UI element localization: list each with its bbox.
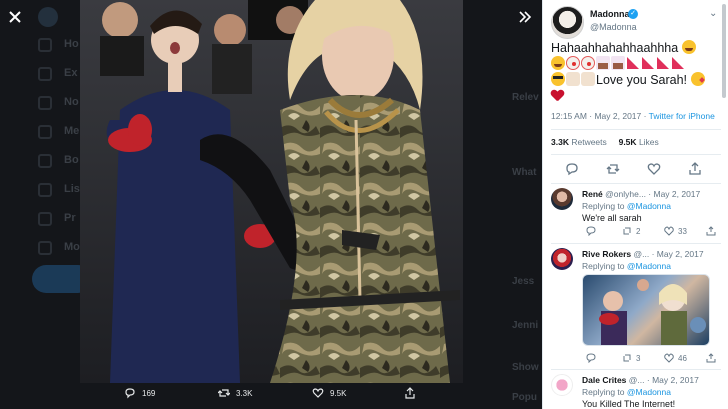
- chevron-down-icon[interactable]: ⌄: [709, 8, 717, 19]
- raised-hands-emoji-icon: [566, 72, 580, 86]
- explore-icon: [38, 67, 52, 81]
- reply-icon: [125, 388, 135, 399]
- reply-author-name[interactable]: Rive Rokers: [582, 249, 631, 259]
- clown-emoji-icon: [566, 56, 580, 70]
- mail-icon: [38, 125, 52, 139]
- laughing-emoji-icon: [551, 56, 565, 70]
- reply-tweet[interactable]: Dale Crites @... · May 2, 2017 Replying …: [543, 374, 728, 409]
- cake-emoji-icon: [611, 56, 625, 70]
- replying-to: Replying to @Madonna: [582, 201, 671, 211]
- reply-image[interactable]: [582, 274, 710, 346]
- share-icon[interactable]: [688, 162, 702, 176]
- media-action-bar: 169 3.3K 9.5K: [80, 383, 463, 409]
- list-icon: [38, 183, 52, 197]
- reply-image-illustration: [599, 279, 706, 345]
- reply-author-name[interactable]: Dale Crites: [582, 375, 626, 385]
- close-button[interactable]: [0, 2, 30, 32]
- user-icon: [38, 212, 52, 226]
- reply-icon[interactable]: [565, 162, 579, 176]
- tweet-actions: [551, 160, 721, 178]
- tweet-source-link[interactable]: Twitter for iPhone: [649, 111, 715, 121]
- reply-text: We're all sarah: [582, 213, 642, 223]
- heart-icon: [312, 388, 324, 398]
- author-handle[interactable]: @Madonna: [590, 22, 637, 32]
- avatar[interactable]: [551, 188, 573, 210]
- divider: [551, 243, 721, 244]
- media-reply-button[interactable]: 169: [124, 387, 155, 399]
- close-icon: [9, 11, 21, 23]
- reply-button[interactable]: [586, 353, 600, 363]
- expand-panel-button[interactable]: [510, 2, 540, 32]
- bookmark-icon: [38, 154, 52, 168]
- media-retweet-button[interactable]: 3.3K: [218, 387, 252, 399]
- tweet-text: Hahaahhahahhaahhha Love you Sarah!: [551, 40, 721, 104]
- reply-icon: [586, 353, 596, 363]
- divider: [551, 129, 721, 130]
- avatar[interactable]: [551, 6, 584, 39]
- home-icon: [38, 38, 52, 52]
- author-name[interactable]: Madonna: [590, 9, 630, 19]
- share-button[interactable]: [706, 226, 720, 236]
- retweet-button[interactable]: 2: [622, 226, 640, 236]
- reply-actions: 2 33: [582, 226, 722, 240]
- divider: [551, 369, 721, 370]
- sunglasses-emoji-icon: [551, 72, 565, 86]
- twitter-logo-icon: [38, 7, 58, 27]
- avatar[interactable]: [551, 248, 573, 270]
- bell-icon: [38, 96, 52, 110]
- reply-button[interactable]: [586, 226, 600, 236]
- more-icon: [38, 241, 52, 255]
- media-photo[interactable]: [80, 0, 463, 383]
- reply-tweet[interactable]: Rive Rokers @... · May 2, 2017 Replying …: [543, 248, 728, 370]
- tweet-header: Madonna ✓ @Madonna ⌄: [551, 6, 721, 40]
- media-like-button[interactable]: 9.5K: [312, 387, 346, 399]
- retweet-icon: [623, 354, 631, 362]
- media-share-button[interactable]: [404, 387, 422, 399]
- heart-icon: [664, 226, 674, 236]
- tweet-timestamp: 12:15 AM · May 2, 2017 · Twitter for iPh…: [551, 111, 715, 121]
- reply-text: You Killed The Internet!: [582, 399, 676, 409]
- heart-icon: [664, 353, 674, 363]
- replying-to: Replying to @Madonna: [582, 261, 671, 271]
- reply-author-name[interactable]: René: [582, 189, 603, 199]
- cake-emoji-icon: [596, 56, 610, 70]
- party-popper-emoji-icon: [641, 56, 655, 70]
- divider: [551, 154, 721, 155]
- verified-badge-icon: ✓: [628, 9, 638, 19]
- retweet-icon[interactable]: [606, 162, 620, 176]
- raised-hands-emoji-icon: [581, 72, 595, 86]
- kiss-emoji-icon: [690, 72, 705, 86]
- background-sidebar: Relev What Jess Jenni Show Popu: [512, 92, 539, 403]
- laughing-emoji-icon: [681, 40, 696, 54]
- retweet-icon: [623, 227, 631, 235]
- red-heart-emoji-icon: [551, 90, 563, 102]
- reply-actions: 3 46: [582, 353, 722, 367]
- avatar[interactable]: [551, 374, 573, 396]
- share-icon: [706, 353, 716, 363]
- share-icon: [706, 226, 716, 236]
- tweet-detail-panel: Madonna ✓ @Madonna ⌄ Hahaahhahahhaahhha …: [542, 0, 728, 409]
- expand-icon: [519, 11, 532, 23]
- heart-icon[interactable]: [647, 162, 661, 176]
- party-popper-emoji-icon: [656, 56, 670, 70]
- scrollbar[interactable]: [722, 4, 726, 98]
- retweet-button[interactable]: 3: [622, 353, 640, 363]
- party-popper-emoji-icon: [626, 56, 640, 70]
- photo-illustration: [80, 0, 463, 383]
- share-button[interactable]: [706, 353, 720, 363]
- reply-icon: [586, 226, 596, 236]
- party-popper-emoji-icon: [671, 56, 685, 70]
- like-button[interactable]: 46: [664, 353, 687, 363]
- replying-to: Replying to @Madonna: [582, 387, 671, 397]
- tweet-stats: 3.3K Retweets 9.5K Likes: [551, 137, 659, 147]
- retweet-icon: [218, 389, 230, 397]
- divider: [551, 183, 721, 184]
- like-button[interactable]: 33: [664, 226, 687, 236]
- clown-emoji-icon: [581, 56, 595, 70]
- reply-tweet[interactable]: René @onlyhe... · May 2, 2017 Replying t…: [543, 188, 728, 244]
- share-icon: [405, 387, 415, 399]
